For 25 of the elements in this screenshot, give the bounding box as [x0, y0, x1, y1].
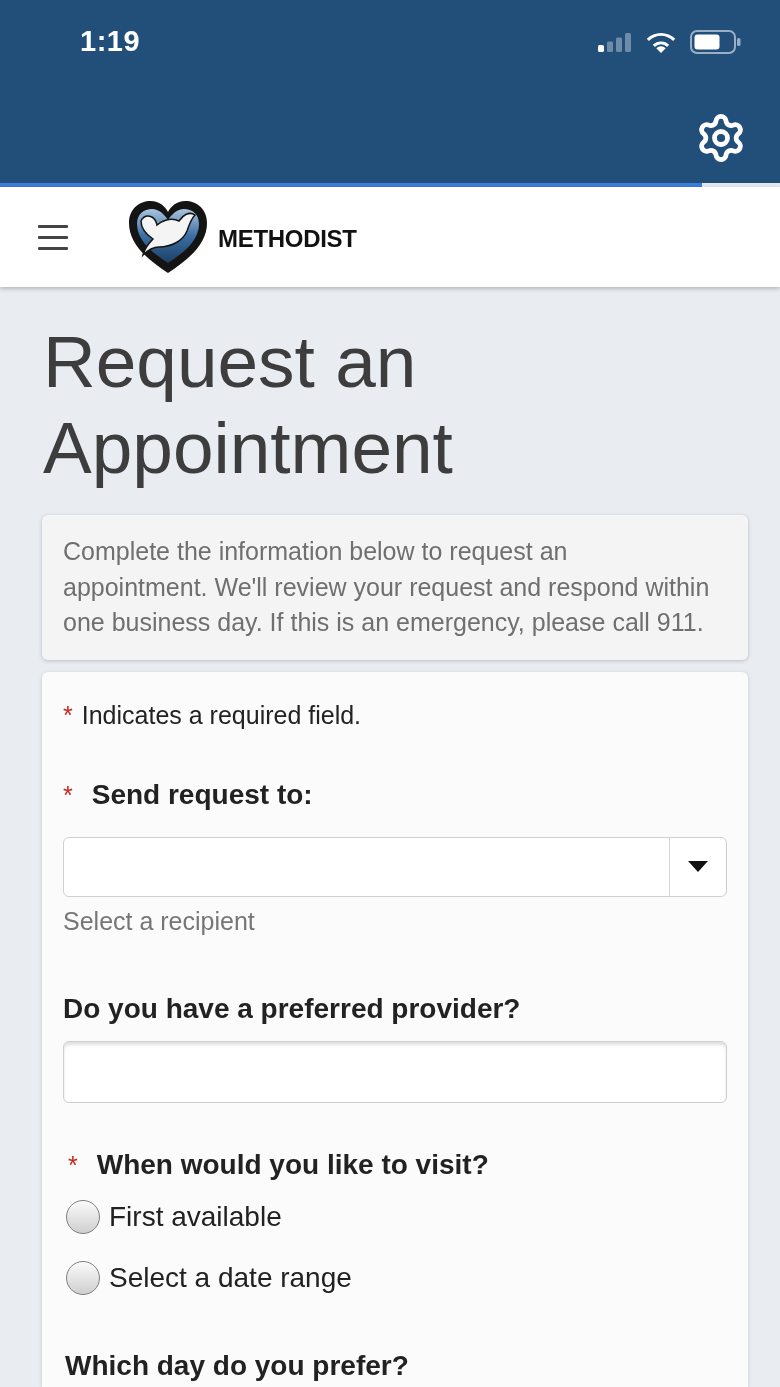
menu-icon[interactable] [38, 224, 68, 250]
wifi-icon [646, 31, 676, 53]
field-label: When would you like to visit? [96, 1147, 489, 1182]
caret-icon [688, 861, 708, 872]
signal-icon [598, 32, 632, 52]
required-asterisk: * [63, 779, 73, 810]
field-label: Do you have a preferred provider? [63, 991, 521, 1026]
field-label: Which day do you prefer? [65, 1348, 409, 1383]
field-label: Send request to: [91, 777, 313, 812]
radio-label: First available [109, 1199, 282, 1234]
required-asterisk: * [63, 699, 73, 730]
input-field[interactable] [63, 1040, 727, 1103]
select-field[interactable] [63, 836, 727, 897]
brand-name: METHODIST [218, 224, 357, 254]
required-note: Indicates a required field. [81, 699, 362, 731]
heart-logo-icon [127, 199, 209, 275]
battery-icon [690, 30, 741, 54]
page-title: Request an Appointment [42, 320, 454, 490]
radio-button[interactable] [66, 1199, 100, 1234]
radio-button[interactable] [66, 1260, 100, 1295]
required-asterisk: * [68, 1149, 78, 1180]
radio-label: Select a date range [109, 1260, 352, 1295]
intro-text: Complete the information below to request an appointment. We'll review your request and respond within one business day. If this is an emergency, please call 911. [63, 536, 711, 638]
help-text: Select a recipient [63, 905, 256, 936]
status-time: 1:19 [80, 24, 141, 60]
